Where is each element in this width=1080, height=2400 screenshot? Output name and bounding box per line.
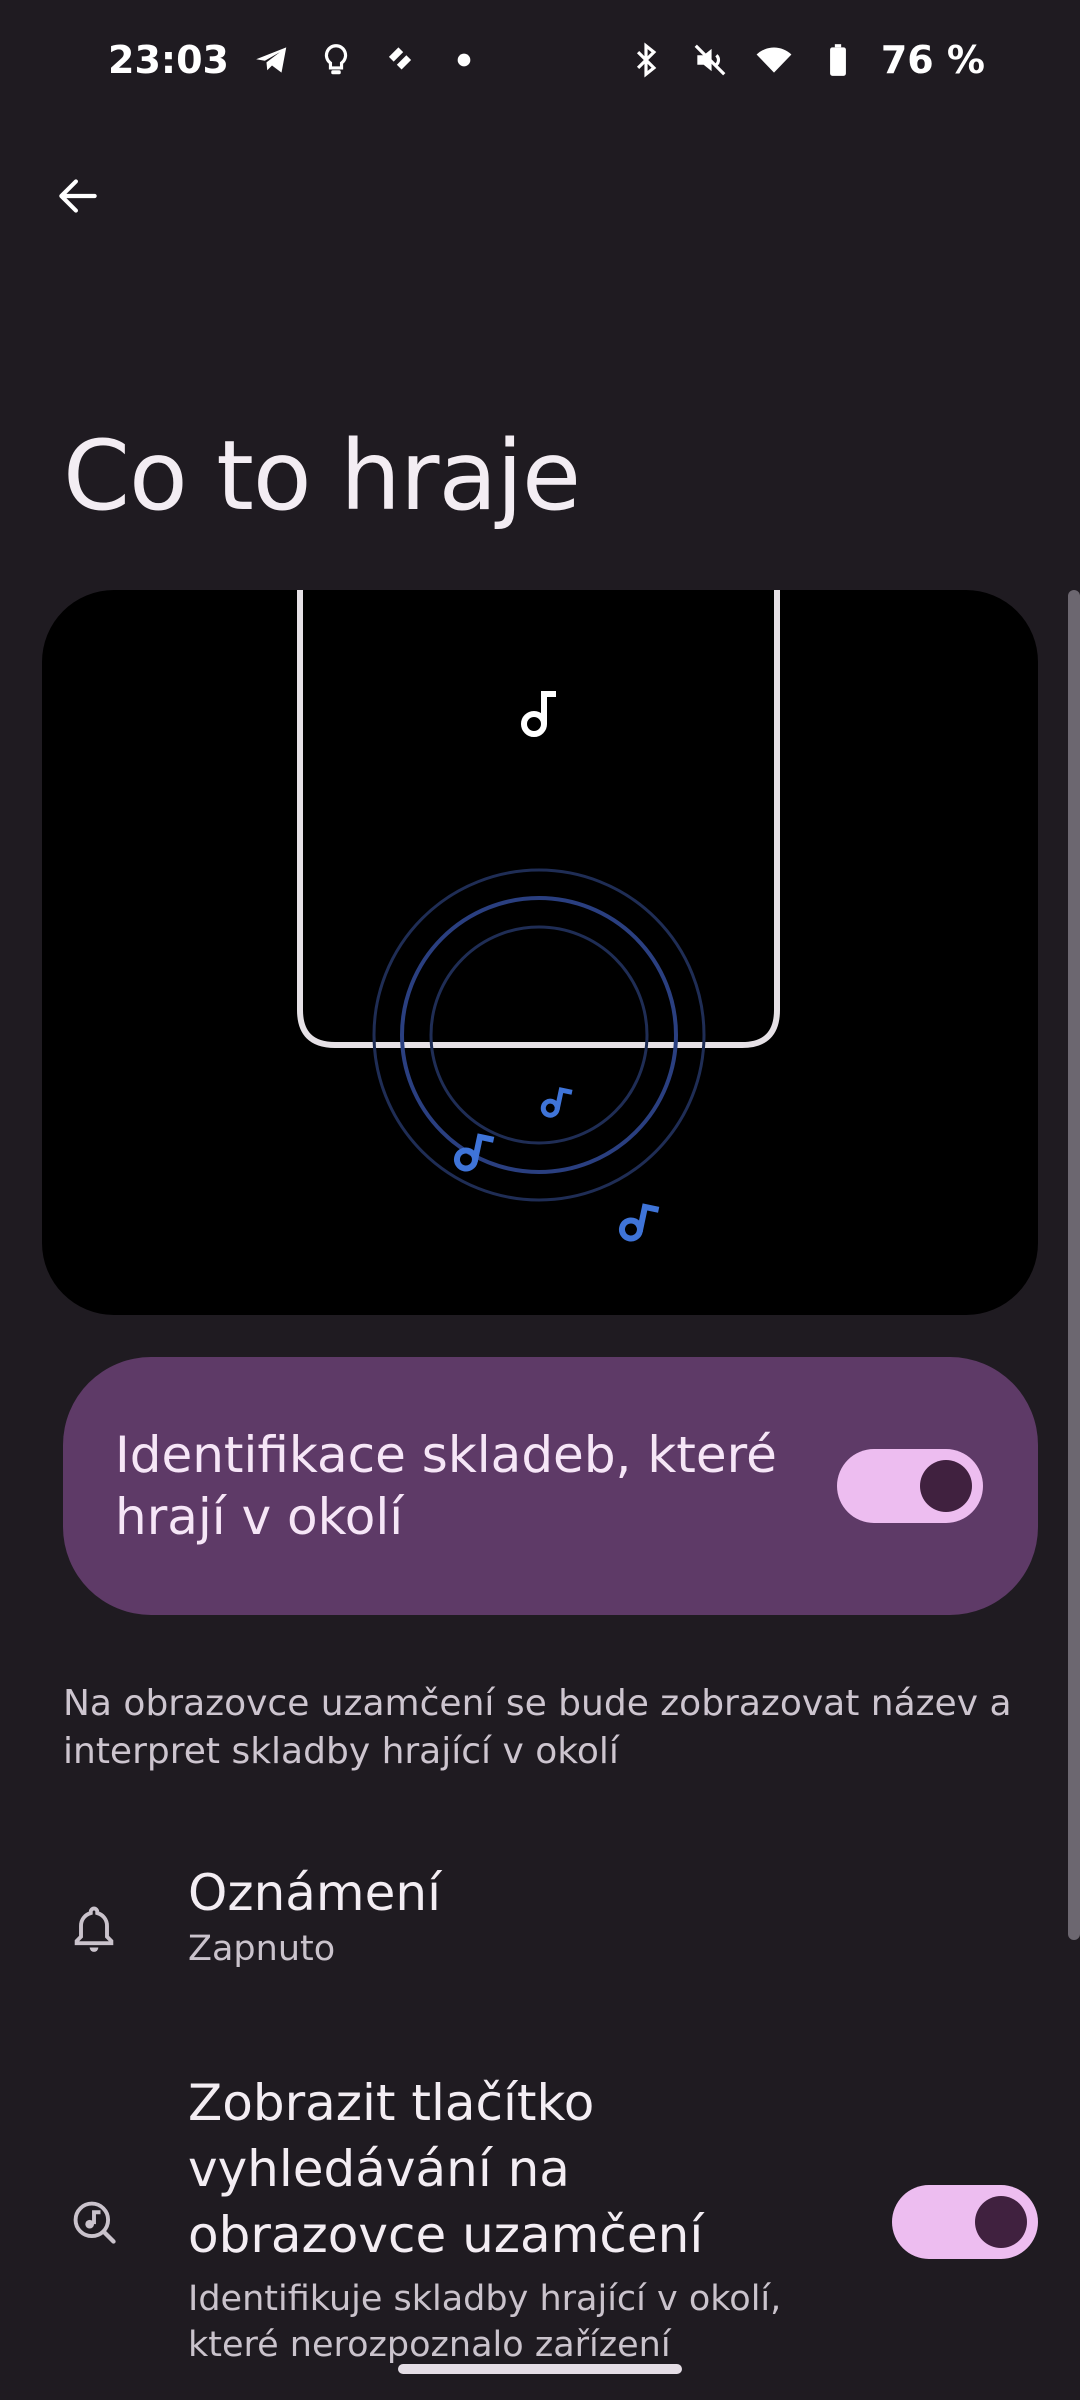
bell-icon — [62, 1896, 126, 1960]
music-note-icon — [521, 691, 556, 737]
battery-level: 76 % — [880, 38, 985, 82]
back-arrow-icon — [59, 179, 97, 213]
setting-subtitle: Identifikuje skladby hrající v okolí, kt… — [188, 2279, 782, 2365]
battery-icon — [817, 39, 859, 81]
blue-note-icon-2 — [453, 1133, 495, 1172]
lightbulb-icon — [315, 39, 357, 81]
page-title: Co to hraje — [63, 420, 581, 532]
switch-knob — [975, 2196, 1027, 2248]
setting-subtitle: Zapnuto — [188, 1929, 336, 1969]
illustration — [42, 590, 1038, 1315]
blue-note-icon-1 — [540, 1087, 573, 1118]
sound-ring-inner — [429, 925, 649, 1145]
main-toggle-switch[interactable] — [837, 1449, 983, 1523]
status-bar-right: 76 % — [625, 38, 985, 82]
music-search-icon — [62, 2190, 126, 2254]
description-text: Na obrazovce uzamčení se bude zobrazovat… — [63, 1683, 1012, 1772]
sound-ring-middle — [400, 896, 678, 1174]
blue-note-icon-3 — [618, 1203, 660, 1242]
sound-ring-outer — [372, 868, 706, 1202]
setting-row-search-button[interactable]: Zobrazit tlačítko vyhledávání na obrazov… — [0, 2070, 1080, 2370]
mute-icon — [689, 39, 731, 81]
setting-text-search-button: Zobrazit tlačítko vyhledávání na obrazov… — [188, 2070, 828, 2368]
bluetooth-icon — [625, 39, 667, 81]
search-button-toggle-switch[interactable] — [892, 2185, 1038, 2259]
setting-row-notifications[interactable]: Oznámení Zapnuto — [0, 1860, 1080, 1990]
status-bar-left: 23:03 — [108, 38, 485, 82]
main-toggle-label: Identifikace skladeb, které hrají v okol… — [115, 1426, 777, 1546]
status-time: 23:03 — [108, 38, 229, 82]
switch-knob — [920, 1460, 972, 1512]
main-toggle-card[interactable]: Identifikace skladeb, které hrají v okol… — [63, 1357, 1038, 1615]
setting-text-notifications: Oznámení Zapnuto — [188, 1860, 441, 1972]
phone-outline — [297, 590, 780, 1048]
back-button[interactable] — [42, 160, 114, 232]
setting-title: Zobrazit tlačítko vyhledávání na obrazov… — [188, 2074, 704, 2264]
dot-icon — [443, 39, 485, 81]
wifi-icon — [753, 39, 795, 81]
scroll-indicator[interactable] — [1068, 590, 1080, 1940]
setting-title: Oznámení — [188, 1864, 441, 1922]
app-icon — [379, 39, 421, 81]
gesture-navigation-bar[interactable] — [398, 2364, 682, 2374]
status-bar: 23:03 76 % — [0, 0, 1080, 120]
telegram-icon — [251, 39, 293, 81]
